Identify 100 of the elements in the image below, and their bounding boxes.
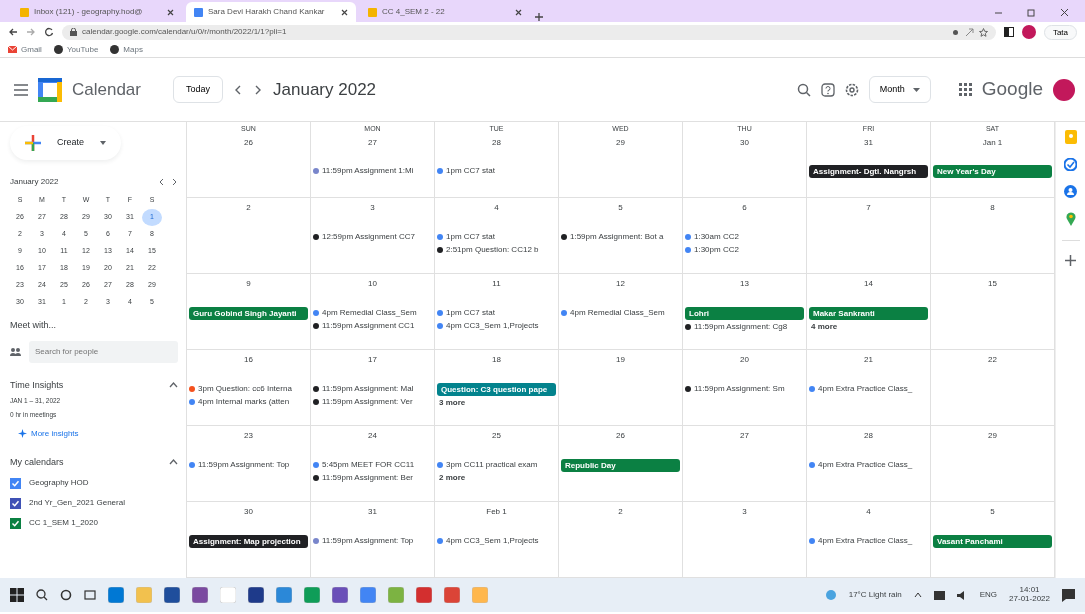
browser-tab[interactable]: Inbox (121) - geography.hod@ [12, 2, 182, 22]
date-number[interactable]: 8 [990, 202, 995, 214]
date-number[interactable]: 18 [492, 354, 501, 366]
date-number[interactable]: 4 [494, 202, 499, 214]
profile-button[interactable]: Tata [1043, 24, 1077, 40]
event-chip[interactable]: 3pm CC11 practical exam [437, 459, 556, 471]
date-number[interactable]: 26 [616, 430, 625, 442]
all-day-event[interactable]: Lohri [685, 307, 804, 320]
search-icon[interactable] [796, 82, 811, 97]
bookmark-link[interactable]: YouTube [53, 43, 99, 56]
date-number[interactable]: 16 [244, 354, 253, 366]
event-chip[interactable]: 5:45pm MEET FOR CC11 [313, 459, 432, 471]
event-chip[interactable]: 4pm Extra Practice Class_ [809, 383, 928, 395]
date-number[interactable]: 15 [988, 278, 997, 290]
event-chip[interactable]: 4pm Extra Practice Class_ [809, 459, 928, 471]
view-dropdown[interactable]: Month [868, 75, 931, 104]
day-cell[interactable]: 29 [931, 426, 1055, 502]
notification-icon[interactable] [1062, 588, 1075, 602]
day-cell[interactable]: 3 12:59pm Assignment CC7 [311, 198, 435, 274]
event-chip[interactable]: 11:59pm Assignment: Top [313, 535, 432, 547]
day-cell[interactable]: 7 [807, 198, 931, 274]
checkbox[interactable] [10, 517, 21, 529]
date-number[interactable]: 17 [368, 354, 377, 366]
event-chip[interactable]: 4pm Extra Practice Class_ [809, 535, 928, 547]
apps-grid-icon[interactable] [958, 83, 972, 96]
day-cell[interactable]: 11 1pm CC7 stat 4pm CC3_Sem 1,Projects [435, 274, 559, 350]
event-chip[interactable]: 1pm CC7 stat [437, 307, 556, 319]
day-cell[interactable]: 20 11:59pm Assignment: Sm [683, 350, 807, 426]
day-cell[interactable]: 21 4pm Extra Practice Class_ [807, 350, 931, 426]
day-cell[interactable]: 28 4pm Extra Practice Class_ [807, 426, 931, 502]
day-cell[interactable]: 16 3pm Question: cc6 Interna 4pm Internal marks (atten [187, 350, 311, 426]
all-day-event[interactable]: Vasant Panchami [933, 535, 1052, 548]
day-cell[interactable]: 27 [683, 426, 807, 502]
date-number[interactable]: 27 [368, 136, 377, 149]
event-chip[interactable]: 11:59pm Assignment 1:Mi [313, 165, 432, 177]
close-icon[interactable] [341, 8, 348, 16]
date-number[interactable]: 21 [864, 354, 873, 366]
date-number[interactable]: Feb 1 [486, 506, 507, 518]
event-chip[interactable]: 12:59pm Assignment CC7 [313, 231, 432, 243]
day-cell[interactable]: 6 1:30am CC2 1:30pm CC2 [683, 198, 807, 274]
help-icon[interactable] [820, 82, 835, 97]
day-cell[interactable]: 18 Question: C3 question pape 3 more [435, 350, 559, 426]
event-chip[interactable]: 11:59pm Assignment: Sm [685, 383, 804, 395]
event-chip[interactable]: 4pm Remedial Class_Sem [561, 307, 680, 319]
more-events-link[interactable]: 2 more [437, 472, 556, 484]
day-cell[interactable]: 19 [559, 350, 683, 426]
tasks-icon[interactable] [1064, 158, 1077, 171]
day-cell[interactable]: 13 Lohri 11:59pm Assignment: Cg8 [683, 274, 807, 350]
day-cell[interactable]: 5 1:59pm Assignment: Bot a [559, 198, 683, 274]
date-number[interactable]: 6 [742, 202, 747, 214]
language-indicator[interactable]: ENG [979, 589, 998, 601]
date-number[interactable]: 3 [742, 506, 747, 518]
all-day-event[interactable]: New Year's Day [933, 165, 1052, 178]
search-icon[interactable] [36, 589, 48, 601]
day-cell[interactable]: 22 [931, 350, 1055, 426]
date-number[interactable]: 29 [616, 136, 625, 149]
event-chip[interactable]: 4pm CC3_Sem 1,Projects [437, 320, 556, 332]
day-cell[interactable]: 24 5:45pm MEET FOR CC11 11:59pm Assignment: Ber [311, 426, 435, 502]
menu-icon[interactable] [14, 83, 28, 96]
address-bar[interactable]: calendar.google.com/calendar/u/0/r/month/2022/1/1?pli=1 [62, 24, 996, 40]
event-chip[interactable]: 4pm Internal marks (atten [189, 396, 308, 408]
event-chip[interactable]: 4pm CC3_Sem 1,Projects [437, 535, 556, 547]
day-cell[interactable]: 12 4pm Remedial Class_Sem [559, 274, 683, 350]
date-number[interactable]: 30 [740, 136, 749, 149]
clock-time[interactable]: 14:01 [1019, 586, 1040, 595]
day-cell[interactable]: 23 11:59pm Assignment: Top [187, 426, 311, 502]
day-cell[interactable]: 15 [931, 274, 1055, 350]
bookmark-link[interactable]: Maps [110, 43, 143, 56]
date-number[interactable]: 28 [492, 136, 501, 149]
app-icon[interactable] [332, 587, 348, 603]
close-icon[interactable] [515, 8, 522, 16]
date-number[interactable]: 13 [740, 278, 749, 290]
chevron-up-icon[interactable] [169, 459, 178, 466]
date-number[interactable]: 9 [246, 278, 251, 290]
sidebar-icon[interactable] [1003, 27, 1014, 37]
day-cell[interactable]: 14 Makar Sankranti 4 more [807, 274, 931, 350]
clock-date[interactable]: 27-01-2022 [1009, 595, 1050, 604]
date-number[interactable]: 10 [368, 278, 377, 290]
avatar-icon[interactable] [1021, 25, 1036, 39]
day-cell[interactable]: 17 11:59pm Assignment: Mal 11:59pm Assignment: Ver [311, 350, 435, 426]
date-number[interactable]: 20 [740, 354, 749, 366]
checkbox[interactable] [10, 497, 21, 509]
star-icon[interactable] [978, 27, 988, 37]
map-pin-icon[interactable] [1065, 212, 1076, 226]
event-chip[interactable]: 4pm Remedial Class_Sem [313, 307, 432, 319]
new-tab-icon[interactable] [534, 12, 544, 22]
date-number[interactable]: 24 [368, 430, 377, 442]
event-chip[interactable]: 1:30am CC2 [685, 231, 804, 243]
date-number[interactable]: 5 [618, 202, 623, 214]
event-chip[interactable]: 3pm Question: cc6 Interna [189, 383, 308, 395]
app-icon[interactable] [164, 587, 180, 603]
date-number[interactable]: 29 [988, 430, 997, 442]
event-chip[interactable]: 1:30pm CC2 [685, 244, 804, 256]
event-chip[interactable]: 1pm CC7 stat [437, 231, 556, 243]
all-day-event[interactable]: Question: C3 question pape [437, 383, 556, 396]
all-day-event[interactable]: Assignment: Map projection [189, 535, 308, 548]
chevron-up-icon[interactable] [913, 592, 922, 598]
date-number[interactable]: 3 [370, 202, 375, 214]
app-icon[interactable] [248, 587, 264, 603]
close-icon[interactable] [167, 8, 174, 16]
